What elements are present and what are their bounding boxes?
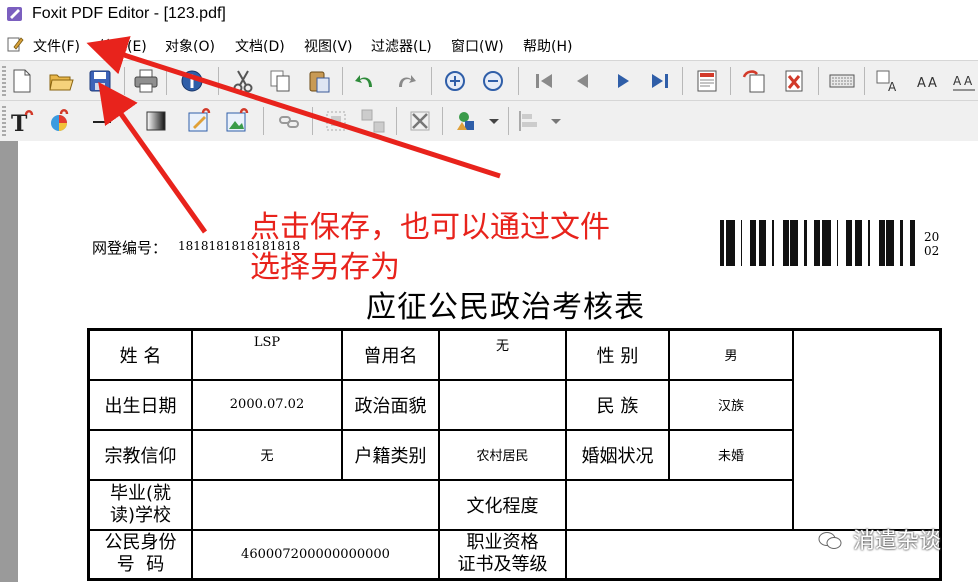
- arrow-to-save-button: [98, 81, 208, 234]
- arrow-to-file-menu: [86, 36, 501, 179]
- annotation-arrows: [86, 36, 501, 234]
- annotation-text: 点击保存，也可以通过文件 选择另存为: [250, 210, 610, 285]
